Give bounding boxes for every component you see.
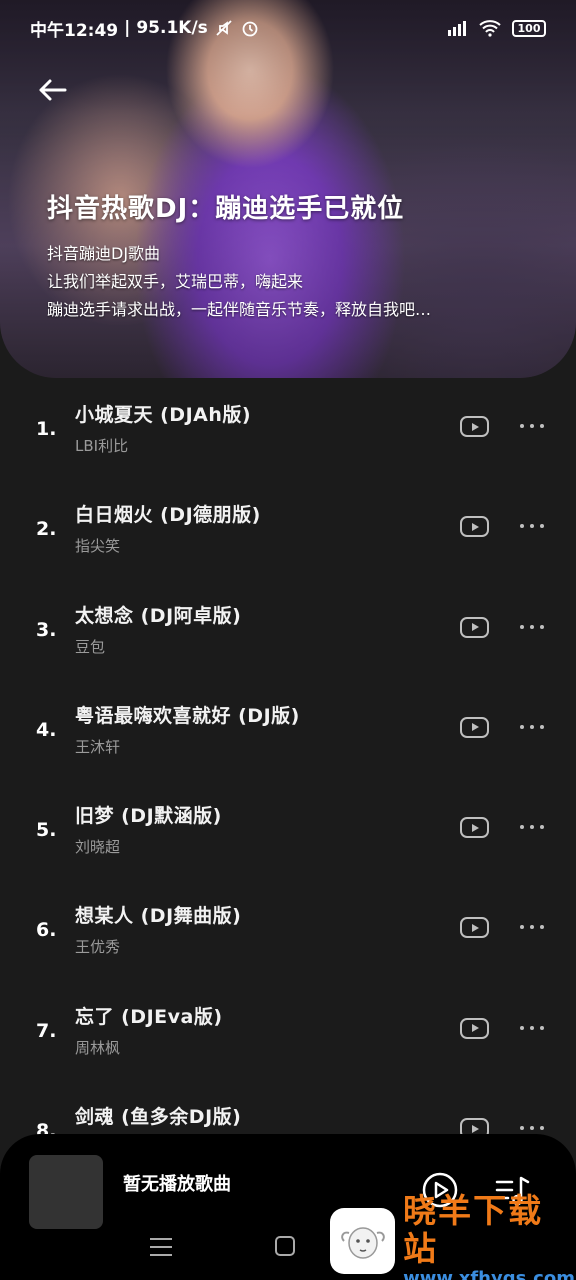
more-icon[interactable] (520, 1020, 544, 1036)
description-line: 蹦迪选手请求出战，一起伴随音乐节奏，释放自我吧… (47, 300, 432, 319)
site-watermark: 晓羊下载站 www.xfhygs.com (330, 1192, 576, 1280)
song-artist: 周林枫 (75, 1038, 121, 1057)
song-title: 太想念 (DJ阿卓版) (75, 604, 242, 627)
more-icon[interactable] (520, 919, 544, 935)
alarm-icon (242, 21, 258, 37)
song-title: 粤语最嗨欢喜就好 (DJ版) (75, 704, 300, 727)
song-artist: 王优秀 (75, 938, 121, 957)
more-icon[interactable] (520, 418, 544, 434)
play-mv-icon[interactable] (460, 917, 489, 939)
mute-icon (216, 20, 232, 36)
song-artist: LBI利比 (75, 437, 129, 455)
arrow-left-icon (39, 79, 67, 101)
playlist-description: 抖音蹦迪DJ歌曲 让我们举起双手，艾瑞巴蒂，嗨起来 蹦迪选手请求出战，一起伴随音… (47, 240, 537, 324)
description-line: 让我们举起双手，艾瑞巴蒂，嗨起来 (47, 272, 304, 291)
song-number: 4. (36, 718, 57, 741)
description-line: 抖音蹦迪DJ歌曲 (47, 244, 161, 263)
app-screen: 中午12:49 | 95.1K/s 100 抖音热歌DJ：蹦迪选手已就位 抖音蹦… (0, 0, 576, 1280)
song-artist: 指尖笑 (75, 537, 121, 556)
play-mv-icon[interactable] (460, 516, 489, 538)
song-title: 想某人 (DJ舞曲版) (75, 905, 242, 928)
song-number: 2. (36, 518, 57, 541)
now-playing-text: 暂无播放歌曲 (123, 1174, 231, 1195)
status-time: 中午12:49 (30, 20, 119, 41)
play-mv-icon[interactable] (460, 616, 489, 638)
sheep-logo-icon (330, 1208, 396, 1274)
song-row[interactable]: 7. 忘了 (DJEva版) 周林枫 (0, 980, 576, 1080)
song-row[interactable]: 3. 太想念 (DJ阿卓版) 豆包 (0, 579, 576, 679)
playlist-title: 抖音热歌DJ：蹦迪选手已就位 (47, 194, 405, 224)
back-button[interactable] (32, 70, 72, 110)
song-artist: 刘晓超 (75, 838, 121, 857)
song-title: 小城夏天 (DJAh版) (75, 404, 252, 426)
wifi-icon (479, 20, 501, 37)
more-icon[interactable] (520, 719, 544, 735)
song-list: 1. 小城夏天 (DJAh版) LBI利比 2. 白日烟火 (DJ德朋版) 指尖… (0, 378, 576, 1180)
song-number: 7. (36, 1019, 57, 1042)
song-number: 3. (36, 618, 57, 641)
home-button[interactable] (275, 1236, 295, 1256)
song-row[interactable]: 1. 小城夏天 (DJAh版) LBI利比 (0, 378, 576, 478)
song-number: 5. (36, 819, 57, 842)
play-mv-icon[interactable] (460, 1017, 489, 1039)
song-title: 旧梦 (DJ默涵版) (75, 805, 222, 828)
song-row[interactable]: 2. 白日烟火 (DJ德朋版) 指尖笑 (0, 478, 576, 578)
song-row[interactable]: 6. 想某人 (DJ舞曲版) 王优秀 (0, 879, 576, 979)
playlist-header: 中午12:49 | 95.1K/s 100 抖音热歌DJ：蹦迪选手已就位 抖音蹦… (0, 0, 576, 378)
more-icon[interactable] (520, 619, 544, 635)
watermark-name: 晓羊下载站 (403, 1191, 544, 1268)
song-artist: 王沐轩 (75, 737, 121, 756)
song-title: 忘了 (DJEva版) (75, 1005, 223, 1028)
recent-apps-button[interactable] (150, 1238, 172, 1256)
song-artist: 豆包 (75, 637, 106, 656)
network-speed: 95.1K/s (136, 18, 208, 38)
song-row[interactable]: 4. 粤语最嗨欢喜就好 (DJ版) 王沐轩 (0, 679, 576, 779)
signal-icon (448, 21, 466, 36)
song-number: 1. (36, 418, 57, 440)
song-title: 白日烟火 (DJ德朋版) (75, 504, 261, 527)
status-bar: 中午12:49 | 95.1K/s 100 (0, 0, 576, 56)
play-mv-icon[interactable] (460, 716, 489, 738)
play-mv-icon[interactable] (460, 817, 489, 839)
song-title: 剑魂 (鱼多余DJ版) (75, 1106, 242, 1129)
status-separator: | (124, 18, 131, 38)
battery-icon: 100 (512, 19, 546, 37)
watermark-url: www.xfhygs.com (403, 1268, 575, 1280)
more-icon[interactable] (520, 518, 544, 534)
song-number: 6. (36, 919, 57, 942)
play-mv-icon[interactable] (460, 416, 489, 437)
song-row[interactable]: 5. 旧梦 (DJ默涵版) 刘晓超 (0, 779, 576, 879)
more-icon[interactable] (520, 819, 544, 835)
